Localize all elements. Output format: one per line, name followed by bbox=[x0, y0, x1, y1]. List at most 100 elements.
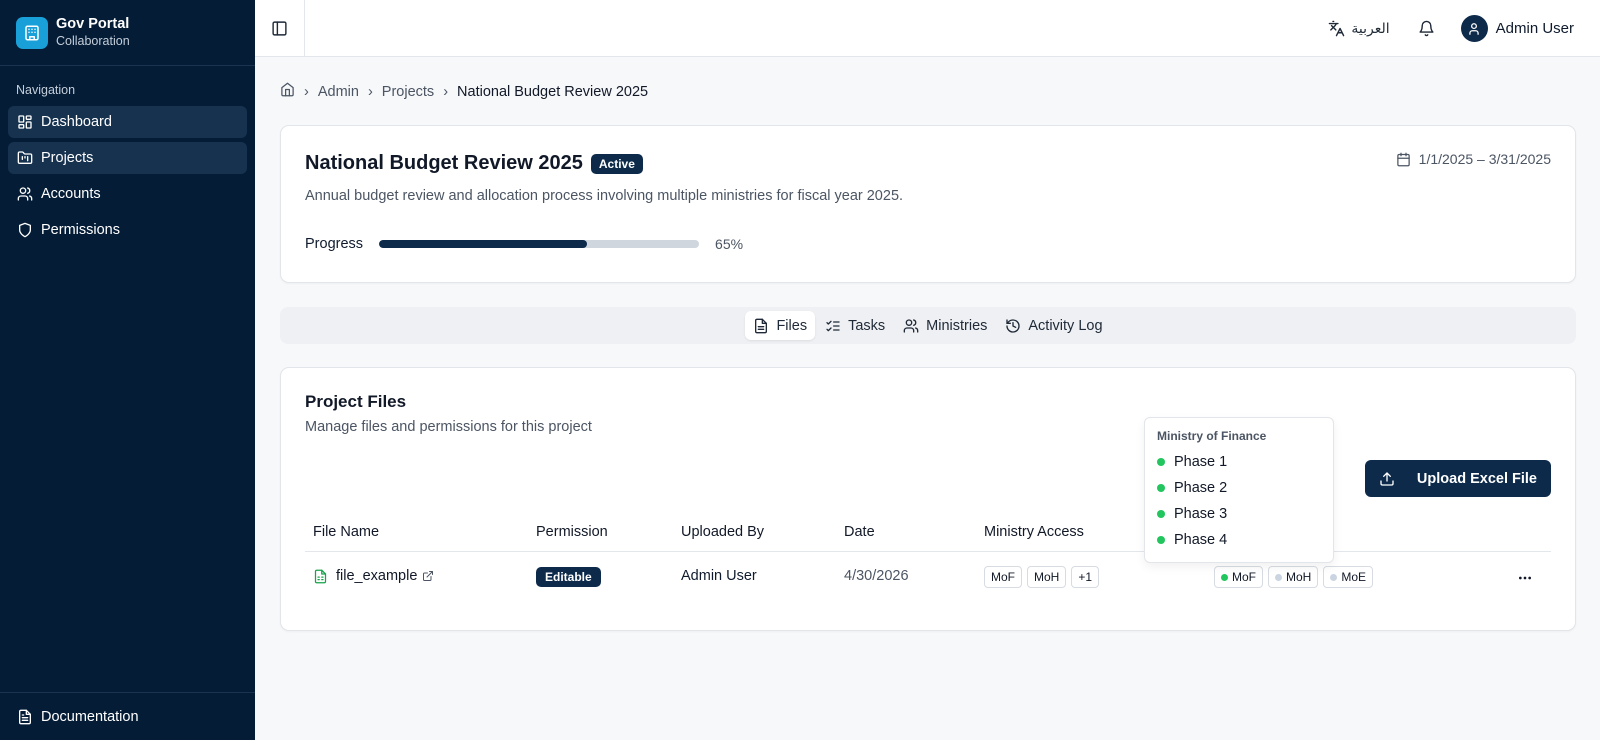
external-link-icon[interactable] bbox=[422, 570, 434, 582]
language-switch-button[interactable]: العربية bbox=[1328, 20, 1390, 37]
tab-label: Ministries bbox=[926, 317, 988, 334]
users-icon bbox=[903, 318, 919, 333]
sidebar-item-label: Accounts bbox=[41, 186, 101, 202]
breadcrumb-link-admin[interactable]: Admin bbox=[318, 84, 359, 100]
user-icon bbox=[1469, 22, 1479, 35]
progress-percent: 65% bbox=[715, 236, 744, 252]
progress-bar bbox=[379, 240, 700, 248]
tab-label: Files bbox=[776, 317, 808, 334]
ministry-phase-tooltip: Ministry of Finance Phase 1 Phase 2 Phas… bbox=[1144, 417, 1334, 563]
building-icon bbox=[16, 16, 48, 49]
list-checks-icon bbox=[826, 320, 840, 331]
home-icon[interactable] bbox=[280, 82, 295, 101]
uploaded-by: Admin User bbox=[681, 568, 757, 584]
upload-label: Upload Excel File bbox=[1416, 470, 1537, 487]
chevron-right-icon: › bbox=[367, 83, 373, 100]
languages-icon bbox=[1329, 20, 1345, 37]
date-range-text: 1/1/2025 – 3/31/2025 bbox=[1418, 151, 1551, 167]
status-chip-label: MoE bbox=[1341, 570, 1367, 584]
status-dot bbox=[1330, 573, 1338, 581]
notifications-button[interactable] bbox=[1418, 20, 1435, 37]
sidebar-toggle-button[interactable] bbox=[255, 0, 305, 57]
chevron-right-icon: › bbox=[304, 83, 309, 100]
document-icon bbox=[19, 709, 31, 724]
page-title: National Budget Review 2025 bbox=[305, 152, 583, 174]
file-name[interactable]: file_example bbox=[336, 568, 417, 584]
project-card: National Budget Review 2025 Active Annua… bbox=[280, 125, 1576, 283]
sidebar-item-documentation[interactable]: Documentation bbox=[0, 692, 255, 740]
breadcrumb: › Admin › Projects › National Budget Rev… bbox=[280, 82, 648, 101]
status-badge: Active bbox=[590, 153, 643, 174]
column-header[interactable]: Date bbox=[844, 524, 875, 540]
progress-label: Progress bbox=[305, 236, 364, 252]
sidebar-item-accounts[interactable]: Accounts bbox=[8, 178, 247, 210]
tab-ministries[interactable]: Ministries bbox=[895, 311, 995, 340]
column-header[interactable]: File Name bbox=[313, 524, 379, 540]
status-chip[interactable]: MoH bbox=[1268, 566, 1319, 588]
users-icon bbox=[17, 187, 33, 201]
project-description: Annual budget review and allocation proc… bbox=[305, 188, 904, 204]
bell-icon bbox=[1419, 20, 1434, 37]
phase-status-dot bbox=[1157, 484, 1165, 492]
progress-bar-fill bbox=[379, 240, 588, 248]
file-icon bbox=[755, 318, 768, 333]
file-name-cell[interactable]: file_example bbox=[313, 568, 442, 584]
ministry-status-chips: MoF MoH MoE bbox=[1214, 566, 1378, 588]
permission-badge: Editable bbox=[536, 567, 601, 587]
row-actions-button[interactable] bbox=[1517, 570, 1533, 590]
phase-item: Phase 2 bbox=[1157, 475, 1321, 501]
chevron-right-icon: › bbox=[443, 83, 449, 100]
phase-item: Phase 1 bbox=[1157, 449, 1321, 475]
tab-tasks[interactable]: Tasks bbox=[817, 311, 893, 340]
phase-status-dot bbox=[1157, 536, 1165, 544]
progress-row: Progress 65% bbox=[305, 236, 743, 252]
phase-label: Phase 2 bbox=[1174, 480, 1228, 496]
sidebar-item-projects[interactable]: Projects bbox=[8, 142, 247, 174]
tab-label: Tasks bbox=[848, 317, 886, 334]
sidebar-item-label: Documentation bbox=[41, 708, 139, 725]
phase-item: Phase 4 bbox=[1157, 527, 1321, 553]
status-dot bbox=[1221, 573, 1228, 581]
sidebar-item-label: Dashboard bbox=[41, 114, 112, 130]
upload-excel-button[interactable]: Upload Excel File bbox=[1364, 460, 1551, 497]
brand[interactable]: Gov Portal Collaboration bbox=[0, 0, 255, 66]
user-menu-button[interactable]: Admin User bbox=[1460, 15, 1574, 42]
project-date-range: 1/1/2025 – 3/31/2025 bbox=[1396, 151, 1551, 167]
column-header[interactable]: Ministry Access bbox=[984, 524, 1084, 540]
breadcrumb-link-projects[interactable]: Projects bbox=[382, 84, 434, 100]
column-header[interactable]: Uploaded By bbox=[681, 524, 764, 540]
table-row: file_example Editable Admin User 4/30/20… bbox=[305, 554, 1551, 604]
user-name: Admin User bbox=[1495, 20, 1574, 37]
phase-status-dot bbox=[1157, 458, 1165, 466]
upload-date: 4/30/2026 bbox=[844, 568, 909, 584]
folder-kanban-icon bbox=[17, 151, 33, 164]
status-dot bbox=[1275, 573, 1282, 581]
project-files-card: Project Files Manage files and permissio… bbox=[280, 367, 1576, 631]
more-horizontal-icon bbox=[1519, 576, 1531, 580]
ministry-more-chip[interactable]: +1 bbox=[1071, 566, 1100, 588]
status-chip[interactable]: MoE bbox=[1323, 566, 1374, 588]
ministry-chip[interactable]: MoF bbox=[984, 566, 1022, 588]
ministry-access-chips: MoF MoH +1 bbox=[984, 566, 1104, 588]
language-label: العربية bbox=[1351, 20, 1390, 36]
tab-activity-log[interactable]: Activity Log bbox=[997, 311, 1110, 340]
sidebar-item-label: Permissions bbox=[41, 222, 120, 238]
tab-files[interactable]: Files bbox=[745, 311, 816, 340]
section-subtitle: Manage files and permissions for this pr… bbox=[305, 419, 592, 435]
status-chip-label: MoF bbox=[1232, 570, 1256, 584]
sidebar-item-dashboard[interactable]: Dashboard bbox=[8, 106, 247, 138]
spreadsheet-icon bbox=[314, 569, 327, 583]
table-header: File Name Permission Uploaded By Date Mi… bbox=[305, 516, 1551, 552]
sidebar-item-label: Projects bbox=[41, 150, 94, 166]
tabs-list: Files Tasks Ministries Activity Log bbox=[280, 307, 1576, 344]
sidebar-item-permissions[interactable]: Permissions bbox=[8, 214, 247, 246]
column-header[interactable]: Permission bbox=[536, 524, 608, 540]
dashboard-icon bbox=[18, 115, 32, 129]
status-chip[interactable]: MoF bbox=[1214, 566, 1263, 588]
ministry-chip[interactable]: MoH bbox=[1027, 566, 1067, 588]
nav-section-title: Navigation bbox=[16, 83, 76, 97]
sidebar: Gov Portal Collaboration Navigation Dash… bbox=[0, 0, 255, 740]
panel-left-icon bbox=[272, 21, 287, 36]
avatar bbox=[1460, 15, 1488, 42]
phase-label: Phase 1 bbox=[1174, 454, 1228, 470]
